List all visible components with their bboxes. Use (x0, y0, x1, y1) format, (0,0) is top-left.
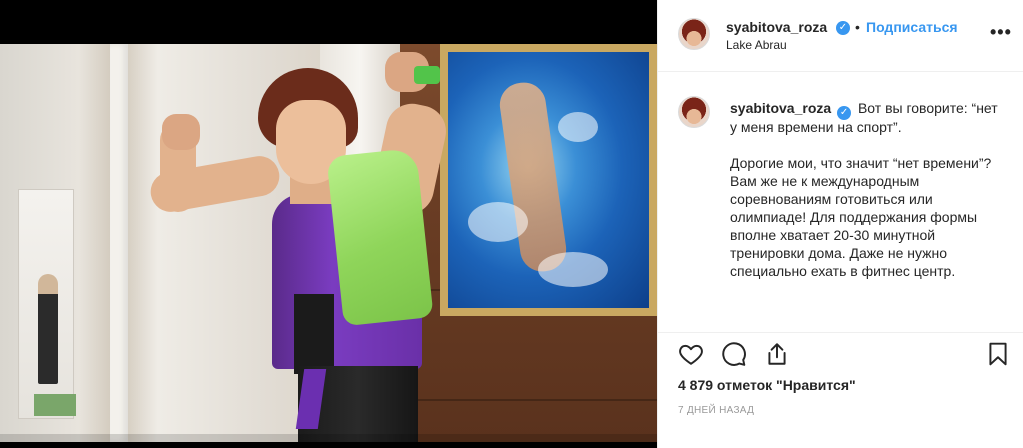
header-username[interactable]: syabitova_roza (726, 19, 827, 35)
share-icon[interactable] (764, 341, 790, 367)
painting-canvas (448, 52, 649, 308)
door-frame (110, 44, 128, 442)
caption: syabitova_roza ✓ Вот вы говорите: “нет у… (730, 99, 1000, 280)
comment-icon[interactable] (721, 341, 747, 367)
painted-splash (468, 202, 528, 242)
verified-badge-icon: ✓ (836, 21, 850, 35)
post-sidebar: syabitova_roza ✓ • Подписаться Lake Abra… (657, 0, 1023, 448)
banner-figure (38, 274, 58, 384)
post-timestamp[interactable]: 7 ДНЕЙ НАЗАД (678, 405, 754, 416)
follow-button[interactable]: Подписаться (866, 19, 958, 35)
caption-username[interactable]: syabitova_roza (730, 100, 831, 116)
more-options-icon[interactable]: ••• (990, 22, 1012, 43)
caption-body: Дорогие мои, что значит “нет времени”? В… (730, 155, 992, 279)
bookmark-icon[interactable] (985, 341, 1011, 367)
location-link[interactable]: Lake Abrau (726, 38, 787, 52)
wall-painting (440, 44, 657, 316)
tank-top-side-panel (294, 294, 334, 374)
actions-divider (658, 332, 1023, 333)
wood-seam (400, 399, 657, 401)
likes-count[interactable]: 4 879 отметок "Нравится" (678, 377, 856, 393)
painted-splash (538, 252, 608, 287)
floor-shadow (0, 434, 657, 442)
header-separator: • (855, 19, 860, 35)
photo-scene (0, 44, 657, 442)
caption-avatar[interactable] (678, 96, 710, 128)
post-header: syabitova_roza ✓ • Подписаться Lake Abra… (658, 0, 1023, 72)
avatar[interactable] (678, 18, 710, 50)
green-wristband (414, 66, 440, 84)
green-towel (326, 147, 434, 327)
post-photo[interactable] (0, 0, 657, 448)
banner-stripe (34, 394, 76, 416)
verified-badge-icon: ✓ (837, 106, 852, 120)
painted-swimmer (497, 79, 569, 275)
painted-splash (558, 112, 598, 142)
heart-icon[interactable] (678, 341, 704, 367)
person-fist (162, 114, 200, 150)
